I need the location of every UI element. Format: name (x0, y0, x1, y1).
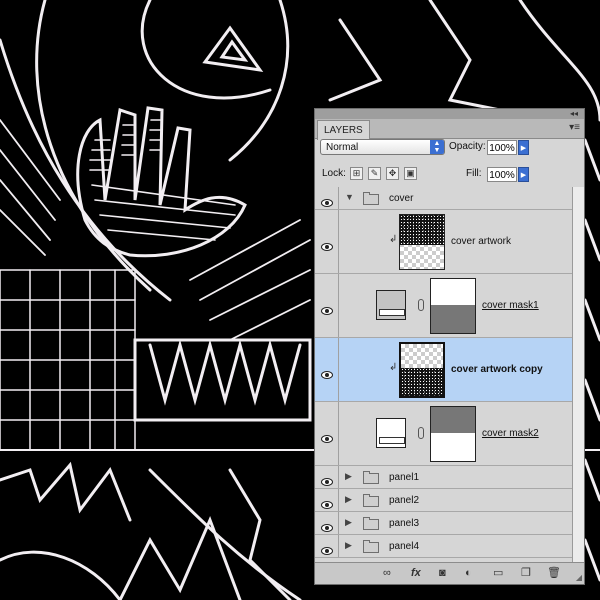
layer-cover-artwork-copy[interactable]: ↲ cover artwork copy (315, 338, 572, 402)
visibility-toggle[interactable] (315, 512, 339, 534)
adjustment-icon (376, 418, 406, 448)
layer-thumbnail (399, 214, 445, 270)
lock-transparency-icon[interactable]: ⊞ (350, 167, 363, 180)
layer-cover-mask2[interactable]: cover mask2 (315, 402, 572, 466)
lock-position-icon[interactable]: ✥ (386, 167, 399, 180)
layer-name: cover mask2 (482, 428, 539, 439)
visibility-toggle[interactable] (315, 535, 339, 557)
fill-label: Fill: (466, 168, 482, 179)
folder-icon (363, 540, 379, 553)
folder-icon (363, 494, 379, 507)
fill-arrow-icon[interactable]: ▶ (518, 167, 529, 182)
layer-thumbnail (399, 342, 445, 398)
eye-icon (321, 473, 333, 486)
visibility-toggle[interactable] (315, 274, 339, 337)
blend-mode-select[interactable]: Normal ▲ ▼ (320, 139, 445, 155)
layer-name: panel4 (389, 541, 420, 552)
visibility-toggle[interactable] (315, 338, 339, 401)
layer-name: panel3 (389, 518, 420, 529)
folder-icon (363, 471, 379, 484)
layer-group-panel1[interactable]: ▶ panel1 (315, 466, 572, 489)
blend-mode-value: Normal (326, 142, 359, 153)
triangle-right-icon[interactable]: ▶ (345, 494, 352, 505)
chain-link-icon[interactable] (418, 299, 424, 311)
panel-tab-row: LAYERS ▾≡ (315, 119, 584, 140)
eye-icon (321, 542, 333, 555)
layer-name: cover mask1 (482, 300, 539, 311)
mask-thumbnail[interactable] (430, 406, 476, 462)
opacity-arrow-icon[interactable]: ▶ (518, 140, 529, 155)
eye-icon (321, 194, 333, 207)
layers-panel: ◂◂ LAYERS ▾≡ Normal ▲ ▼ Opacity: 100% ▶ L… (314, 108, 585, 585)
layer-name: cover artwork (451, 236, 512, 247)
link-icon[interactable]: ∞ (383, 567, 391, 579)
opacity-input[interactable]: 100% (487, 140, 517, 155)
visibility-toggle[interactable] (315, 466, 339, 488)
folder-icon (363, 517, 379, 530)
layer-name: panel2 (389, 495, 420, 506)
visibility-toggle[interactable] (315, 489, 339, 511)
eye-icon (321, 366, 333, 379)
visibility-toggle[interactable] (315, 210, 339, 273)
triangle-right-icon[interactable]: ▶ (345, 540, 352, 551)
folder-icon (363, 192, 379, 205)
eye-icon (321, 519, 333, 532)
triangle-down-icon[interactable]: ▼ (345, 192, 354, 202)
layer-group-panel4[interactable]: ▶ panel4 (315, 535, 572, 558)
clip-arrow-icon: ↲ (389, 234, 398, 245)
layer-name: panel1 (389, 472, 420, 483)
eye-icon (321, 238, 333, 251)
collapse-icon[interactable]: ◂◂ (570, 109, 578, 119)
layers-footer-toolbar: ∞ fx ◙ ◐ ▭ ❐ 🗑 ◢ (315, 562, 584, 584)
chevron-updown-icon: ▲ ▼ (430, 140, 444, 154)
visibility-toggle[interactable] (315, 402, 339, 465)
layer-cover-artwork[interactable]: ↲ cover artwork (315, 210, 572, 274)
eye-icon (321, 496, 333, 509)
adjustment-icon (376, 290, 406, 320)
add-mask-icon[interactable]: ◙ (439, 567, 446, 579)
layer-group-panel2[interactable]: ▶ panel2 (315, 489, 572, 512)
layer-group-panel3[interactable]: ▶ panel3 (315, 512, 572, 535)
lock-image-icon[interactable]: ✎ (368, 167, 381, 180)
panel-menu-icon[interactable]: ▾≡ (569, 122, 580, 133)
layer-group-cover[interactable]: ▼ cover (315, 187, 572, 210)
lock-label: Lock: (322, 168, 346, 179)
layer-cover-mask1[interactable]: cover mask1 (315, 274, 572, 338)
triangle-right-icon[interactable]: ▶ (345, 471, 352, 482)
fill-input[interactable]: 100% (487, 167, 517, 182)
visibility-toggle[interactable] (315, 187, 339, 209)
clip-arrow-icon: ↲ (389, 362, 398, 373)
triangle-right-icon[interactable]: ▶ (345, 517, 352, 528)
new-layer-icon[interactable]: ❐ (521, 567, 531, 579)
chain-link-icon[interactable] (418, 427, 424, 439)
new-group-icon[interactable]: ▭ (493, 567, 503, 579)
tab-layers[interactable]: LAYERS (317, 120, 370, 140)
adjustment-icon[interactable]: ◐ (465, 567, 472, 579)
fx-icon[interactable]: fx (411, 567, 421, 579)
lock-all-icon[interactable]: ▣ (404, 167, 417, 180)
mask-thumbnail[interactable] (430, 278, 476, 334)
layer-name: cover artwork copy (451, 364, 543, 375)
layers-scrollbar[interactable] (572, 187, 584, 564)
resize-grip-icon[interactable]: ◢ (576, 573, 582, 582)
opacity-label: Opacity: (449, 141, 486, 152)
eye-icon (321, 302, 333, 315)
layer-name: cover (389, 193, 414, 204)
eye-icon (321, 430, 333, 443)
trash-icon[interactable]: 🗑 (547, 567, 561, 579)
